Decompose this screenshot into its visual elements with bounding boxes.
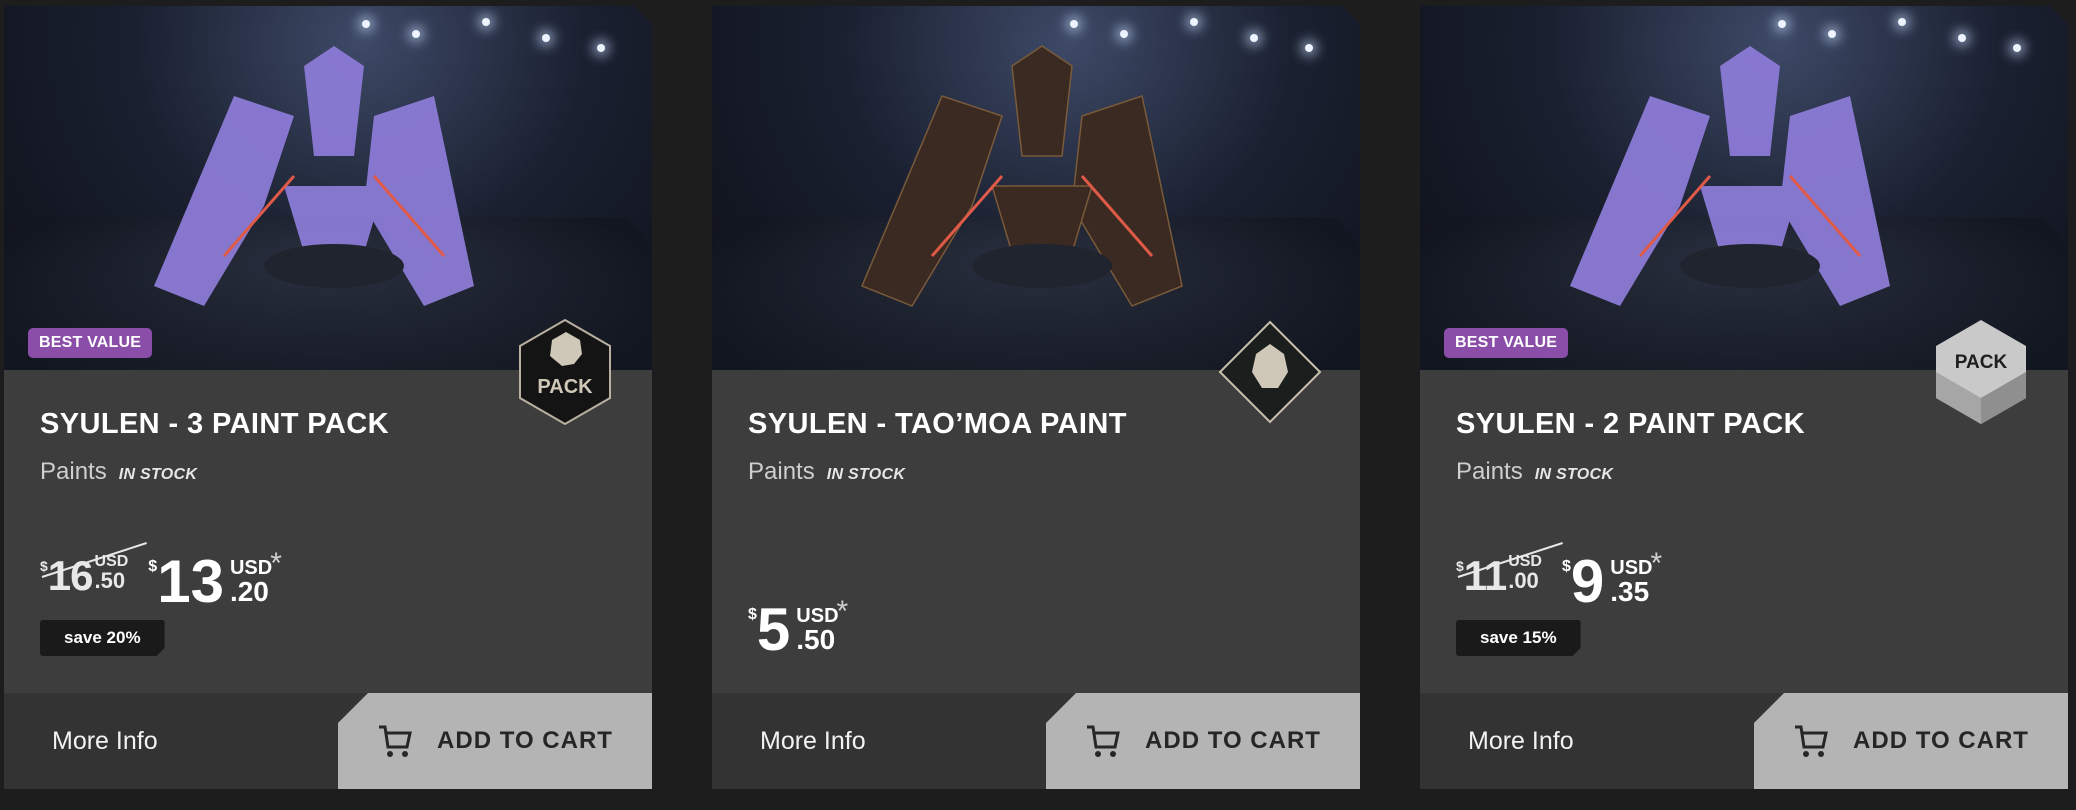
product-category: Paints [748,458,815,485]
sale-price: $ 5 USD .50 * [748,595,849,663]
product-card[interactable]: BEST VALUE PACK SYULEN - 2 PAINT PACK Pa… [1420,6,2068,789]
ship-image [4,6,652,370]
stock-status: IN STOCK [118,466,198,483]
price-block: $ 11 USD .00 $ 9 USD .35 * [1456,554,1662,610]
lion-hexagon-icon: PACK [516,318,614,431]
save-badge: save 20% [40,620,165,656]
best-value-badge: BEST VALUE [1444,328,1568,358]
product-title[interactable]: SYULEN - 2 PAINT PACK [1456,408,1805,441]
save-badge: save 15% [1456,620,1581,656]
add-to-cart-button[interactable]: ADD TO CART [1754,693,2068,789]
silver-hexagon-icon: PACK [1932,318,2030,431]
more-info-link[interactable]: More Info [1468,693,1574,789]
original-price: $ 16 USD .50 [40,554,128,598]
more-info-link[interactable]: More Info [52,693,158,789]
add-to-cart-label: ADD TO CART [437,727,613,754]
product-card[interactable]: BEST VALUE PACK SYULEN - 3 PAINT PACK Pa… [4,6,652,789]
ship-image [712,6,1360,370]
product-category: Paints [1456,458,1523,485]
product-image[interactable] [712,6,1360,370]
price-block: $ 5 USD .50 * [748,602,848,658]
product-card[interactable]: SYULEN - TAO’MOA PAINT Paints IN STOCK $… [712,6,1360,789]
card-footer: More Info ADD TO CART [712,693,1360,789]
original-price: $ 11 USD .00 [1456,554,1542,598]
cart-icon [1793,723,1829,759]
product-category: Paints [40,458,107,485]
sale-price: $ 9 USD .35 * [1561,547,1663,615]
card-footer: More Info ADD TO CART [4,693,652,789]
best-value-badge: BEST VALUE [28,328,152,358]
stock-status: IN STOCK [826,466,906,483]
cart-icon [377,723,413,759]
sale-price: $ 13 USD .20 * [148,547,282,615]
lion-diamond-icon [1218,320,1322,429]
product-title[interactable]: SYULEN - TAO’MOA PAINT [748,408,1127,441]
add-to-cart-label: ADD TO CART [1853,727,2029,754]
pack-label: PACK [1955,352,2008,373]
ship-image [1420,6,2068,370]
add-to-cart-button[interactable]: ADD TO CART [338,693,652,789]
stock-status: IN STOCK [1534,466,1614,483]
card-footer: More Info ADD TO CART [1420,693,2068,789]
more-info-link[interactable]: More Info [760,693,866,789]
product-image[interactable] [4,6,652,370]
product-image[interactable] [1420,6,2068,370]
product-title[interactable]: SYULEN - 3 PAINT PACK [40,408,389,441]
price-block: $ 16 USD .50 $ 13 USD .20 * [40,554,282,610]
pack-label: PACK [537,376,593,398]
add-to-cart-label: ADD TO CART [1145,727,1321,754]
add-to-cart-button[interactable]: ADD TO CART [1046,693,1360,789]
cart-icon [1085,723,1121,759]
